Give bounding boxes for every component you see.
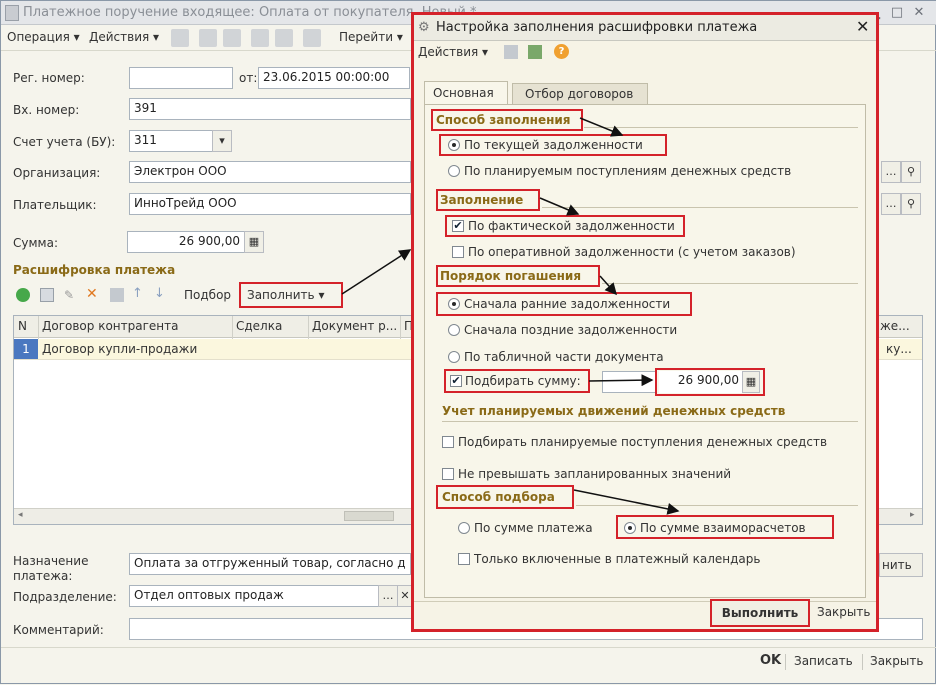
- dialog-annotation-arrows: [539, 117, 680, 515]
- arrow-filling: [539, 197, 580, 216]
- arrow-repayment: [599, 275, 617, 296]
- arrow-pick-sum: [588, 374, 654, 387]
- arrow-pick-method: [573, 489, 680, 515]
- arrow-fill-method: [579, 117, 624, 137]
